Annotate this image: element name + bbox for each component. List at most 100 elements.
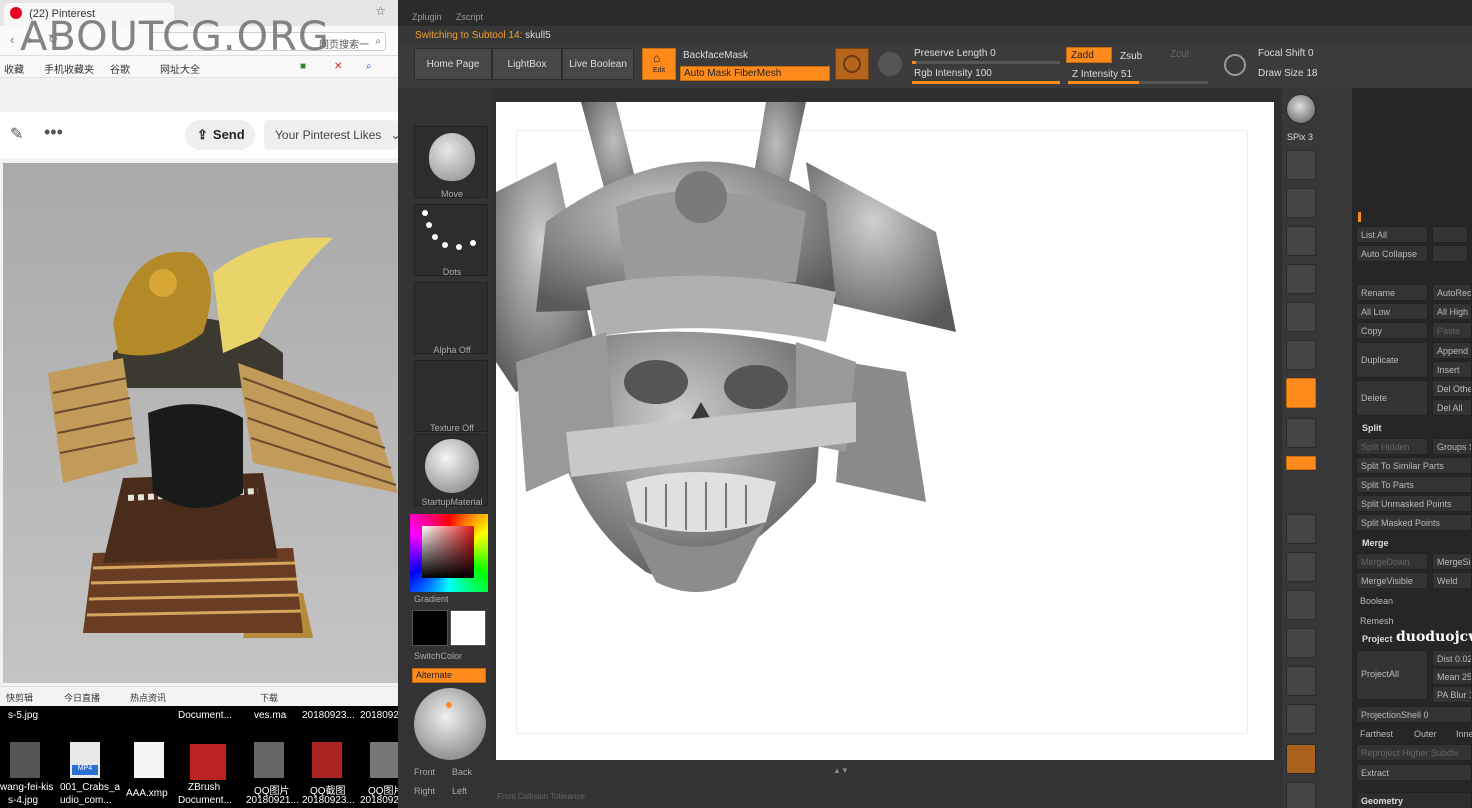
back-view-button[interactable]: Back <box>452 767 472 777</box>
paste-button[interactable]: Paste <box>1432 322 1472 339</box>
more-options-icon[interactable]: ••• <box>44 122 63 143</box>
boolean-section-header[interactable]: Boolean <box>1360 596 1393 606</box>
split-section-header[interactable]: Split <box>1362 423 1382 433</box>
floor-button[interactable] <box>1286 340 1316 370</box>
scroll-button[interactable] <box>1286 150 1316 180</box>
backface-mask-toggle[interactable]: BackfaceMask <box>683 50 748 61</box>
actual-button[interactable] <box>1286 226 1316 256</box>
menu-zscript[interactable]: Zscript <box>456 12 483 22</box>
zsub-button[interactable]: Zsub <box>1120 51 1142 62</box>
merge-section-header[interactable]: Merge <box>1362 538 1389 548</box>
spix-setting[interactable]: SPix 3 <box>1282 132 1318 142</box>
local-button[interactable] <box>1286 378 1316 408</box>
project-section-header[interactable]: Project <box>1362 634 1393 644</box>
material-button[interactable]: StartupMaterial <box>414 434 488 507</box>
status-item[interactable]: 热点资讯 <box>130 691 166 704</box>
board-select[interactable]: Your Pinterest Likes ⌄ <box>264 120 398 150</box>
menu-zplugin[interactable]: Zplugin <box>412 12 442 22</box>
navigation-sphere[interactable] <box>414 688 486 760</box>
dist-slider[interactable]: Dist 0.02 <box>1432 650 1472 667</box>
move-up-arrow-icon[interactable] <box>1432 226 1468 243</box>
auto-reorder-button[interactable]: AutoReorder <box>1432 284 1472 301</box>
file-name[interactable]: wang-fei-kis <box>0 782 53 793</box>
xpose-button[interactable] <box>1286 782 1316 808</box>
merge-down-button[interactable]: MergeDown <box>1356 553 1428 570</box>
preserve-length-slider[interactable]: Preserve Length 0 <box>914 48 996 59</box>
duplicate-button[interactable]: Duplicate <box>1356 342 1428 378</box>
samurai-helmet-photo[interactable] <box>3 163 398 683</box>
del-other-button[interactable]: Del Other <box>1432 380 1472 397</box>
edit-pencil-icon[interactable]: ✎ <box>10 124 23 144</box>
lightbox-button[interactable]: LightBox <box>492 48 562 80</box>
secondary-color-swatch[interactable] <box>450 610 486 646</box>
projection-shell-slider[interactable]: ProjectionShell 0 <box>1356 706 1472 723</box>
zbrush-file-icon[interactable] <box>190 744 226 780</box>
all-high-button[interactable]: All High <box>1432 303 1472 320</box>
zoom3d-button[interactable] <box>1286 590 1316 620</box>
merge-similar-button[interactable]: MergeSimilar <box>1432 553 1472 570</box>
bookmark-item[interactable]: 收藏 <box>4 61 24 76</box>
solo-button[interactable] <box>1286 744 1316 774</box>
rename-button[interactable]: Rename <box>1356 284 1428 301</box>
append-button[interactable]: Append <box>1432 342 1472 359</box>
texture-button[interactable]: Texture Off <box>414 360 488 433</box>
list-all-button[interactable]: List All <box>1356 226 1428 243</box>
alternate-button[interactable]: Alternate <box>412 668 486 683</box>
live-boolean-button[interactable]: Live Boolean <box>562 48 634 80</box>
extract-button[interactable]: Extract <box>1356 764 1472 781</box>
file-name[interactable]: 001_Crabs_a <box>60 782 120 793</box>
reproject-button[interactable]: Reproject Higher Subdiv <box>1356 744 1472 761</box>
polyframe-button[interactable] <box>1286 666 1316 696</box>
color-picker-square[interactable] <box>422 526 474 578</box>
frame-button[interactable] <box>1286 514 1316 544</box>
right-view-button[interactable]: Right <box>414 786 435 796</box>
zadd-button[interactable]: Zadd <box>1066 47 1112 63</box>
image-file-icon[interactable] <box>254 742 284 778</box>
split-parts-button[interactable]: Split To Parts <box>1356 476 1472 493</box>
status-item[interactable]: 快剪辑 <box>6 691 33 704</box>
split-hidden-button[interactable]: Split Hidden <box>1356 438 1428 455</box>
document-canvas[interactable] <box>496 102 1274 760</box>
focal-shift-slider[interactable]: Focal Shift 0 <box>1258 48 1314 59</box>
left-view-button[interactable]: Left <box>452 786 467 796</box>
main-color-swatch[interactable] <box>412 610 448 646</box>
brush-move-button[interactable]: Move <box>414 126 488 199</box>
project-all-button[interactable]: ProjectAll <box>1356 650 1428 700</box>
image-file-icon[interactable] <box>10 742 40 778</box>
back-arrow-icon[interactable]: ‹ <box>10 32 14 47</box>
rotate-button[interactable] <box>1286 628 1316 658</box>
remesh-section-header[interactable]: Remesh <box>1360 616 1394 626</box>
edit-mode-button[interactable]: Edit ⌂ <box>642 48 676 80</box>
z-intensity-slider[interactable]: Z Intensity 51 <box>1072 69 1132 80</box>
close-icon[interactable]: ✕ <box>334 61 342 72</box>
video-file-icon[interactable]: MP4 <box>70 742 100 778</box>
transp-button[interactable] <box>1286 704 1316 734</box>
bpr-render-button[interactable] <box>1286 94 1316 124</box>
zoom-button[interactable] <box>1286 188 1316 218</box>
send-button[interactable]: ⇪ Send <box>185 120 255 150</box>
home-page-button[interactable]: Home Page <box>414 48 492 80</box>
split-similar-button[interactable]: Split To Similar Parts <box>1356 457 1472 474</box>
bookmark-icon[interactable]: ☆ <box>375 4 386 18</box>
weld-button[interactable]: Weld <box>1432 572 1472 589</box>
file-name[interactable]: AAA.xmp <box>126 788 168 799</box>
aahalf-button[interactable] <box>1286 264 1316 294</box>
color-picker[interactable] <box>410 514 488 592</box>
spiral-icon[interactable] <box>878 52 902 76</box>
outer-option[interactable]: Outer <box>1414 729 1437 739</box>
delete-button[interactable]: Delete <box>1356 380 1428 416</box>
farthest-option[interactable]: Farthest <box>1360 729 1393 739</box>
image-file-icon[interactable] <box>312 742 342 778</box>
alpha-button[interactable]: Alpha Off <box>414 282 488 355</box>
del-all-button[interactable]: Del All <box>1432 399 1472 416</box>
qxyz-button[interactable] <box>1286 456 1316 470</box>
pa-blur-slider[interactable]: PA Blur 10 <box>1432 686 1472 703</box>
groups-split-button[interactable]: Groups Split <box>1432 438 1472 455</box>
split-masked-button[interactable]: Split Masked Points <box>1356 514 1472 531</box>
insert-button[interactable]: Insert <box>1432 361 1472 378</box>
bottom-slider-label[interactable]: Front Collision Tolerance <box>497 792 585 801</box>
inner-option[interactable]: Inner <box>1456 729 1472 739</box>
stroke-dots-button[interactable]: Dots <box>414 204 488 277</box>
rgb-intensity-slider[interactable]: Rgb Intensity 100 <box>914 68 992 79</box>
gradient-label[interactable]: Gradient <box>414 594 449 604</box>
